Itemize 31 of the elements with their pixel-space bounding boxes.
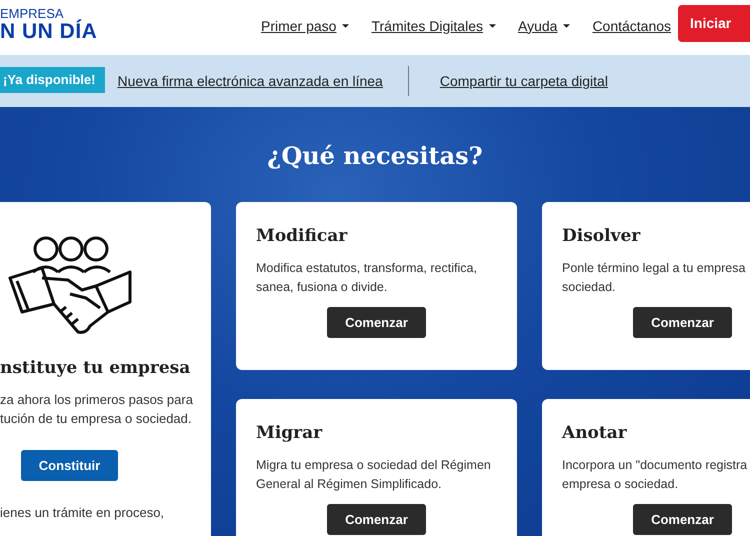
card-description: Incorpora un "documento registra empresa o sociedad.	[562, 457, 748, 493]
caret-icon	[563, 24, 570, 28]
card-title: Disolver	[562, 226, 642, 246]
hero-title: ¿Qué necesitas?	[266, 140, 484, 168]
card-title: Migrar	[256, 423, 324, 443]
caret-icon	[488, 24, 496, 28]
card-description: Ponle término legal a tu empresa sociedad.	[562, 260, 746, 296]
nav-link[interactable]: Trámites Digitales	[371, 18, 496, 34]
announcement-link[interactable]: Compartir tu carpeta digital	[440, 73, 608, 89]
card-description: Modifica estatutos, transforma, rectifica, sanea, fusiona o divide.	[256, 260, 478, 296]
footer-text: ienes un trámite en proceso,	[0, 505, 166, 520]
start-button[interactable]: Comenzar	[633, 307, 732, 338]
logo-text: N UN DÍA	[0, 20, 98, 42]
start-button[interactable]: Comenzar	[327, 504, 426, 535]
announcement-link[interactable]: Nueva firma electrónica avanzada en línea	[117, 73, 383, 89]
login-button[interactable]: Iniciar	[678, 4, 750, 42]
logo-text: EMPRESA	[0, 6, 64, 20]
nav-link[interactable]: Contáctanos	[592, 18, 672, 34]
nav-link[interactable]: Primer paso	[261, 18, 350, 34]
card-description: Migra tu empresa o sociedad del Régimen General al Régimen Simplificado.	[256, 457, 492, 493]
card-title: nstituye tu empresa	[0, 358, 192, 378]
card-description: za ahora los primeros pasos para tución de tu empresa o sociedad.	[0, 391, 194, 428]
announcement-badge: ¡Ya disponible!	[0, 66, 106, 92]
start-button[interactable]: Comenzar	[327, 307, 426, 338]
card-title: Modificar	[256, 226, 348, 246]
nav-link[interactable]: Ayuda	[518, 18, 570, 34]
start-button[interactable]: Comenzar	[633, 504, 732, 535]
handshake-people-icon	[8, 234, 132, 334]
constituir-button[interactable]: Constituir	[21, 450, 118, 481]
card-title: Anotar	[562, 423, 628, 443]
caret-icon	[342, 24, 350, 28]
